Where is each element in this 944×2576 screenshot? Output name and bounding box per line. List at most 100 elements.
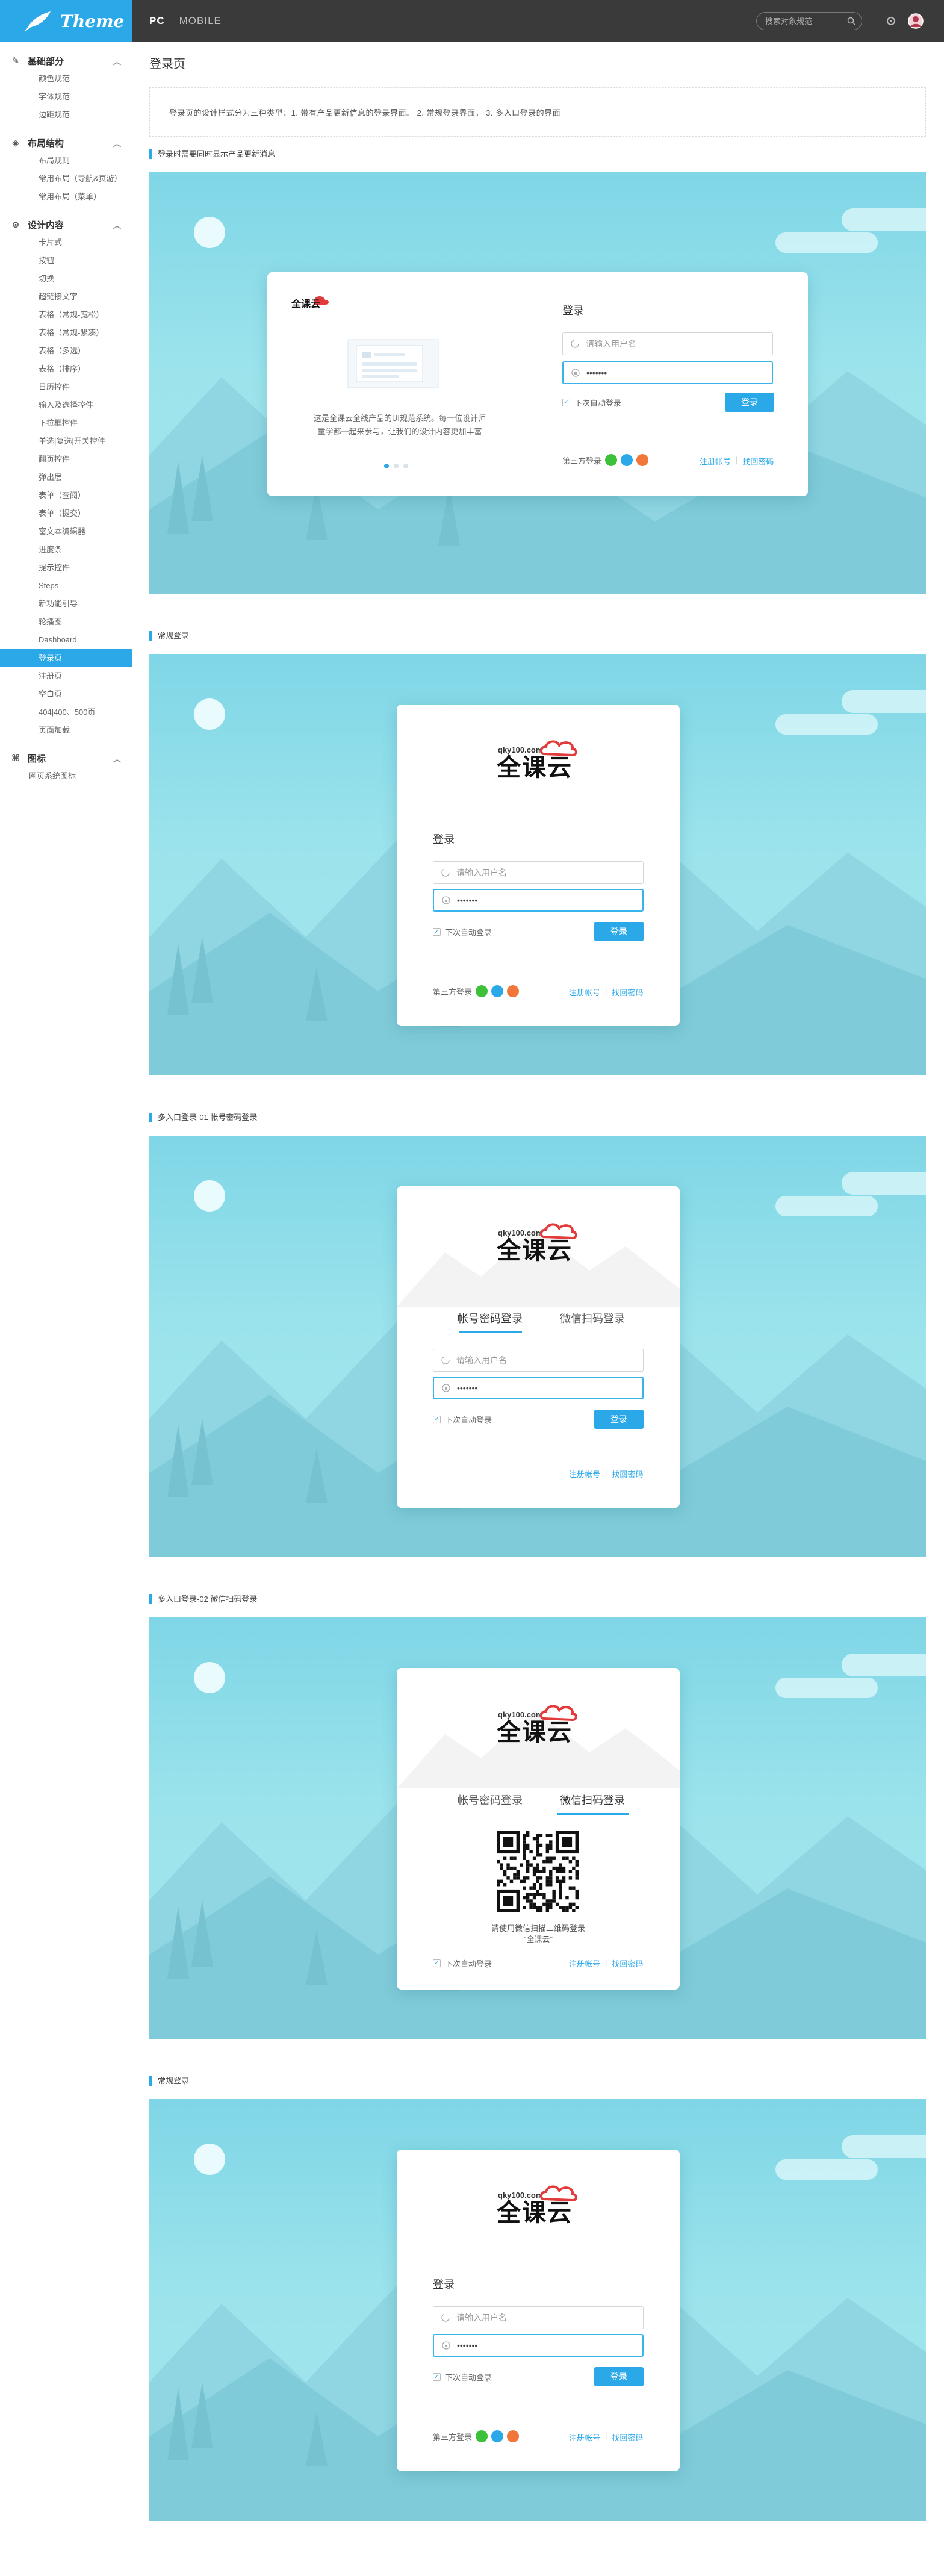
checkbox-checked-icon[interactable]: ✓ — [433, 1416, 441, 1423]
sidebar-group-icons[interactable]: ⌘ 图标 ︿ — [0, 749, 132, 767]
weibo-icon[interactable] — [507, 985, 520, 997]
tab-account-login[interactable]: 帐号密码登录 — [445, 1310, 535, 1333]
weibo-icon[interactable] — [636, 454, 649, 466]
password-field[interactable] — [562, 361, 773, 384]
forgot-password-link[interactable]: 找回密码 — [612, 986, 643, 998]
sidebar-item[interactable]: 表格（排序） — [0, 360, 132, 378]
sidebar-item[interactable]: 登录页 — [0, 649, 132, 667]
sidebar-item[interactable]: 表格（多选） — [0, 342, 132, 360]
register-link[interactable]: 注册帐号 — [569, 2431, 600, 2443]
sidebar-item[interactable]: Dashboard — [0, 631, 132, 649]
qq-icon[interactable] — [621, 454, 633, 466]
password-input[interactable] — [457, 895, 608, 905]
sidebar-item-fonts[interactable]: 字体规范 — [0, 88, 132, 106]
sidebar-item[interactable]: 表单（查阅） — [0, 487, 132, 505]
search-input[interactable] — [765, 16, 847, 26]
sidebar-item[interactable]: 富文本编辑器 — [0, 523, 132, 541]
tab-account-login[interactable]: 帐号密码登录 — [445, 1792, 535, 1808]
logo[interactable]: Theme — [0, 0, 132, 42]
checkbox-checked-icon[interactable]: ✓ — [562, 399, 570, 406]
password-field[interactable] — [433, 1377, 644, 1399]
password-field[interactable] — [433, 2334, 644, 2357]
forgot-password-link[interactable]: 找回密码 — [612, 2431, 643, 2443]
sidebar-item[interactable]: 弹出层 — [0, 468, 132, 487]
search-box[interactable] — [756, 12, 862, 30]
sidebar-item[interactable]: 轮播图 — [0, 613, 132, 631]
sidebar-item[interactable]: 空白页 — [0, 685, 132, 703]
password-input[interactable] — [457, 2341, 608, 2350]
chevron-up-icon[interactable]: ︿ — [113, 219, 121, 231]
register-link[interactable]: 注册帐号 — [569, 1958, 600, 1969]
remember-me[interactable]: ✓ 下次自动登录 — [433, 926, 492, 938]
sidebar-item-spacing[interactable]: 边距规范 — [0, 106, 132, 124]
sidebar-group-layout[interactable]: ◈ 布局结构 ︿ — [0, 134, 132, 152]
chevron-up-icon[interactable]: ︿ — [113, 137, 121, 149]
username-field[interactable] — [562, 332, 773, 355]
remember-me[interactable]: ✓ 下次自动登录 — [562, 397, 621, 408]
remember-me[interactable]: ✓ 下次自动登录 — [433, 2371, 492, 2383]
password-input[interactable] — [457, 1383, 608, 1393]
sidebar-item[interactable]: 表格（常规-宽松） — [0, 306, 132, 324]
username-input[interactable] — [456, 868, 608, 877]
username-input[interactable] — [456, 1355, 608, 1365]
tab-wechat-login[interactable]: 微信扫码登录 — [541, 1310, 644, 1326]
username-input[interactable] — [456, 2313, 608, 2322]
chevron-up-icon[interactable]: ︿ — [113, 55, 121, 67]
sidebar-item[interactable]: Steps — [0, 577, 132, 595]
username-field[interactable] — [433, 1349, 644, 1372]
sidebar-item-system-icons[interactable]: 网页系统图标 — [0, 767, 132, 785]
register-link[interactable]: 注册帐号 — [700, 455, 731, 467]
password-input[interactable] — [586, 368, 738, 378]
forgot-password-link[interactable]: 找回密码 — [612, 1958, 643, 1969]
sidebar-item[interactable]: 提示控件 — [0, 559, 132, 577]
checkbox-checked-icon[interactable]: ✓ — [433, 2373, 441, 2381]
carousel-dot[interactable] — [384, 464, 389, 468]
sidebar-item[interactable]: 注册页 — [0, 667, 132, 685]
register-link[interactable]: 注册帐号 — [569, 986, 600, 998]
qq-icon[interactable] — [491, 2430, 504, 2442]
tab-wechat-login[interactable]: 微信扫码登录 — [541, 1792, 644, 1815]
tab-pc[interactable]: PC — [149, 15, 165, 27]
wechat-icon[interactable] — [476, 2430, 488, 2442]
wechat-icon[interactable] — [476, 985, 488, 997]
sidebar-item[interactable]: 新功能引导 — [0, 595, 132, 613]
weibo-icon[interactable] — [507, 2430, 520, 2442]
settings-icon[interactable] — [885, 15, 897, 27]
chevron-up-icon[interactable]: ︿ — [113, 753, 121, 764]
sidebar-item[interactable]: 下拉框控件 — [0, 414, 132, 432]
forgot-password-link[interactable]: 找回密码 — [612, 1468, 643, 1479]
tab-mobile[interactable]: MOBILE — [179, 15, 222, 27]
sidebar-item[interactable]: 404|400、500页 — [0, 703, 132, 721]
search-icon[interactable] — [847, 17, 856, 25]
sidebar-item[interactable]: 表格（常规-紧凑） — [0, 324, 132, 342]
sidebar-item-layout-rules[interactable]: 布局规则 — [0, 152, 132, 170]
sidebar-item[interactable]: 超链接文字 — [0, 288, 132, 306]
username-field[interactable] — [433, 2306, 644, 2329]
sidebar-item[interactable]: 卡片式 — [0, 234, 132, 252]
login-button[interactable]: 登录 — [594, 2367, 644, 2386]
sidebar-item[interactable]: 单选|复选|开关控件 — [0, 432, 132, 450]
sidebar-item[interactable]: 按钮 — [0, 252, 132, 270]
sidebar-item[interactable]: 切换 — [0, 270, 132, 288]
forgot-password-link[interactable]: 找回密码 — [742, 455, 774, 467]
sidebar-item[interactable]: 输入及选择控件 — [0, 396, 132, 414]
login-button[interactable]: 登录 — [594, 1410, 644, 1429]
sidebar-item-layout-menu[interactable]: 常用布局（菜单） — [0, 188, 132, 206]
sidebar-item-layout-nav[interactable]: 常用布局（导航&页游） — [0, 170, 132, 188]
login-button[interactable]: 登录 — [725, 393, 774, 412]
sidebar-item[interactable]: 日历控件 — [0, 378, 132, 396]
remember-me[interactable]: ✓ 下次自动登录 — [433, 1958, 492, 1969]
password-field[interactable] — [433, 889, 644, 912]
sidebar-item[interactable]: 表单（提交） — [0, 505, 132, 523]
username-input[interactable] — [586, 339, 738, 349]
sidebar-item[interactable]: 页面加载 — [0, 721, 132, 739]
sidebar-item[interactable]: 进度条 — [0, 541, 132, 559]
remember-me[interactable]: ✓ 下次自动登录 — [433, 1414, 492, 1425]
sidebar-group-basics[interactable]: ✎ 基础部分 ︿ — [0, 52, 132, 70]
sidebar-item[interactable]: 翻页控件 — [0, 450, 132, 468]
wechat-icon[interactable] — [605, 454, 618, 466]
carousel-dot[interactable] — [394, 464, 399, 468]
checkbox-checked-icon[interactable]: ✓ — [433, 928, 441, 936]
register-link[interactable]: 注册帐号 — [569, 1468, 600, 1479]
sidebar-group-design[interactable]: ⊙ 设计内容 ︿ — [0, 216, 132, 234]
